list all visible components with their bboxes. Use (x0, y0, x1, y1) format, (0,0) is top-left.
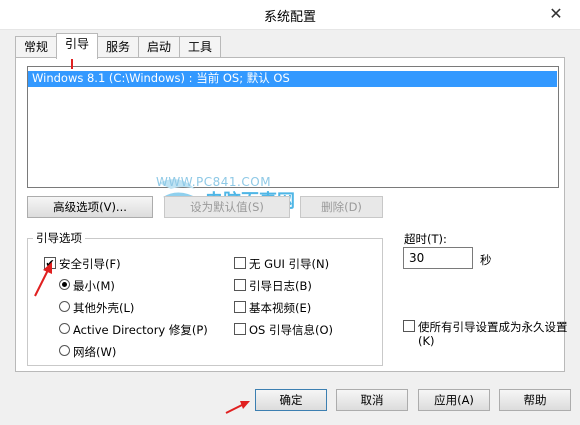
alternate-shell-radio[interactable] (59, 301, 70, 312)
make-permanent-checkbox[interactable] (403, 320, 415, 332)
advanced-options-button[interactable]: 高级选项(V)... (27, 196, 153, 218)
network-label: 网络(W) (73, 345, 117, 359)
boot-log-label: 引导日志(B) (249, 279, 312, 293)
active-directory-repair-radio[interactable] (59, 323, 70, 334)
tab-services[interactable]: 服务 (97, 36, 139, 58)
annotation-arrow-icon (34, 262, 52, 297)
help-button[interactable]: 帮助 (499, 389, 571, 411)
minimal-radio[interactable] (59, 279, 70, 290)
make-permanent-label: 使所有引导设置成为永久设置 (418, 320, 568, 334)
network-radio[interactable] (59, 345, 70, 356)
alternate-shell-label: 其他外壳(L) (73, 301, 135, 315)
tab-boot[interactable]: 引导 (56, 33, 98, 59)
boot-log-checkbox[interactable] (234, 279, 246, 291)
safe-boot-label: 安全引导(F) (59, 257, 121, 271)
base-video-label: 基本视频(E) (249, 301, 312, 315)
timeout-label: 超时(T): (404, 232, 447, 246)
ok-button[interactable]: 确定 (255, 389, 327, 411)
cancel-button[interactable]: 取消 (336, 389, 408, 411)
tab-general[interactable]: 常规 (15, 36, 57, 58)
os-list-item[interactable]: Windows 8.1 (C:\Windows) : 当前 OS; 默认 OS (28, 71, 557, 87)
no-gui-boot-checkbox[interactable] (234, 257, 246, 269)
make-permanent-label-suffix: (K) (418, 334, 435, 348)
os-boot-info-checkbox[interactable] (234, 323, 246, 335)
tab-tools[interactable]: 工具 (179, 36, 221, 58)
timeout-input[interactable]: 30 (403, 247, 473, 269)
base-video-checkbox[interactable] (234, 301, 246, 313)
os-boot-info-label: OS 引导信息(O) (249, 323, 334, 337)
active-directory-repair-label: Active Directory 修复(P) (73, 323, 208, 337)
timeout-unit: 秒 (480, 253, 492, 267)
apply-button[interactable]: 应用(A) (418, 389, 490, 411)
no-gui-boot-label: 无 GUI 引导(N) (249, 257, 330, 271)
window-title: 系统配置 (263, 10, 316, 25)
tab-startup[interactable]: 启动 (138, 36, 180, 58)
set-default-button[interactable]: 设为默认值(S) (164, 196, 290, 218)
annotation-arrow-icon (225, 401, 250, 414)
boot-options-label: 引导选项 (33, 230, 85, 246)
close-button[interactable]: ✕ (540, 1, 572, 27)
delete-button[interactable]: 删除(D) (300, 196, 383, 218)
minimal-label: 最小(M) (73, 279, 115, 293)
